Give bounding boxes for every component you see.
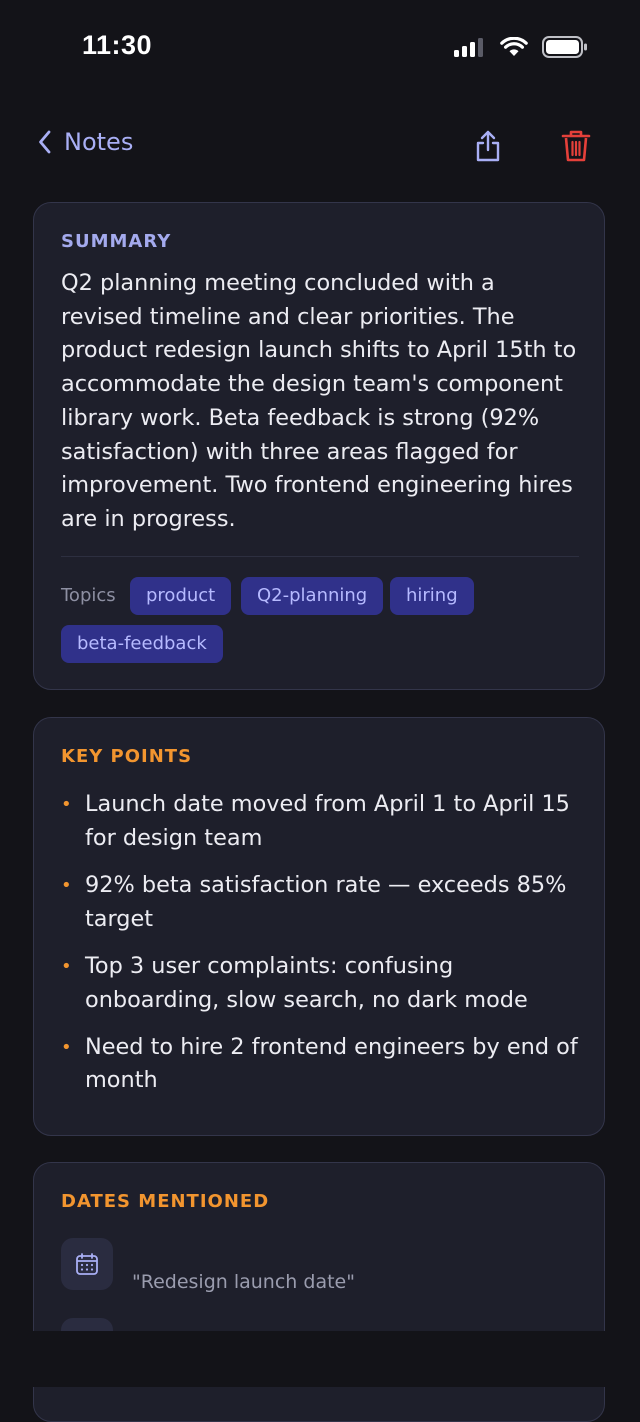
list-item: • Top 3 user complaints: confusing onboa… [61, 950, 581, 1017]
topic-tag[interactable]: product [130, 577, 232, 615]
topic-tag[interactable]: Q2-planning [241, 577, 384, 615]
date-icon-box [61, 1238, 113, 1290]
status-bar: 11:30 [0, 0, 640, 96]
divider [61, 556, 579, 557]
topics-label: Topics [61, 585, 116, 606]
trash-icon [561, 130, 591, 162]
list-item: • 92% beta satisfaction rate — exceeds 8… [61, 869, 581, 936]
delete-button[interactable] [559, 128, 593, 164]
wifi-icon [500, 37, 528, 56]
nav-bar: Notes [0, 118, 640, 178]
key-point-text: Top 3 user complaints: confusing onboard… [85, 952, 528, 1013]
dates-title: DATES MENTIONED [61, 1191, 270, 1212]
key-points-list: • Launch date moved from April 1 to Apri… [61, 788, 581, 1112]
share-icon [476, 130, 500, 162]
topic-tag[interactable]: hiring [390, 577, 474, 615]
back-label: Notes [64, 128, 134, 156]
topic-tag[interactable]: beta-feedback [61, 625, 223, 663]
list-item: • Need to hire 2 frontend engineers by e… [61, 1031, 581, 1098]
summary-title: SUMMARY [61, 231, 172, 252]
status-icons [454, 36, 588, 58]
summary-text: Q2 planning meeting concluded with a rev… [61, 270, 577, 532]
key-points-title: KEY POINTS [61, 746, 193, 767]
back-button[interactable]: Notes [38, 128, 133, 156]
battery-icon [542, 36, 587, 58]
bullet-icon: • [61, 874, 72, 896]
bullet-icon: • [61, 794, 72, 815]
key-point-text: Need to hire 2 frontend engineers by end… [85, 1033, 578, 1094]
status-time: 11:30 [82, 30, 153, 60]
chevron-left-icon [39, 130, 51, 154]
key-points-card: KEY POINTS • Launch date moved from Apri… [33, 717, 605, 1136]
key-point-text: Launch date moved from April 1 to April … [85, 791, 570, 851]
key-point-text: 92% beta satisfaction rate — exceeds 85%… [85, 871, 567, 932]
signal-icon [454, 38, 483, 57]
share-button[interactable] [471, 128, 505, 164]
list-item: • Launch date moved from April 1 to Apri… [61, 788, 581, 855]
calendar-icon [76, 1253, 98, 1275]
summary-card: SUMMARY Q2 planning meeting concluded wi… [33, 202, 605, 690]
bottom-area [0, 1331, 640, 1387]
date-label: "Redesign launch date" [132, 1271, 355, 1293]
bullet-icon: • [61, 1036, 72, 1058]
bullet-icon: • [61, 955, 72, 977]
